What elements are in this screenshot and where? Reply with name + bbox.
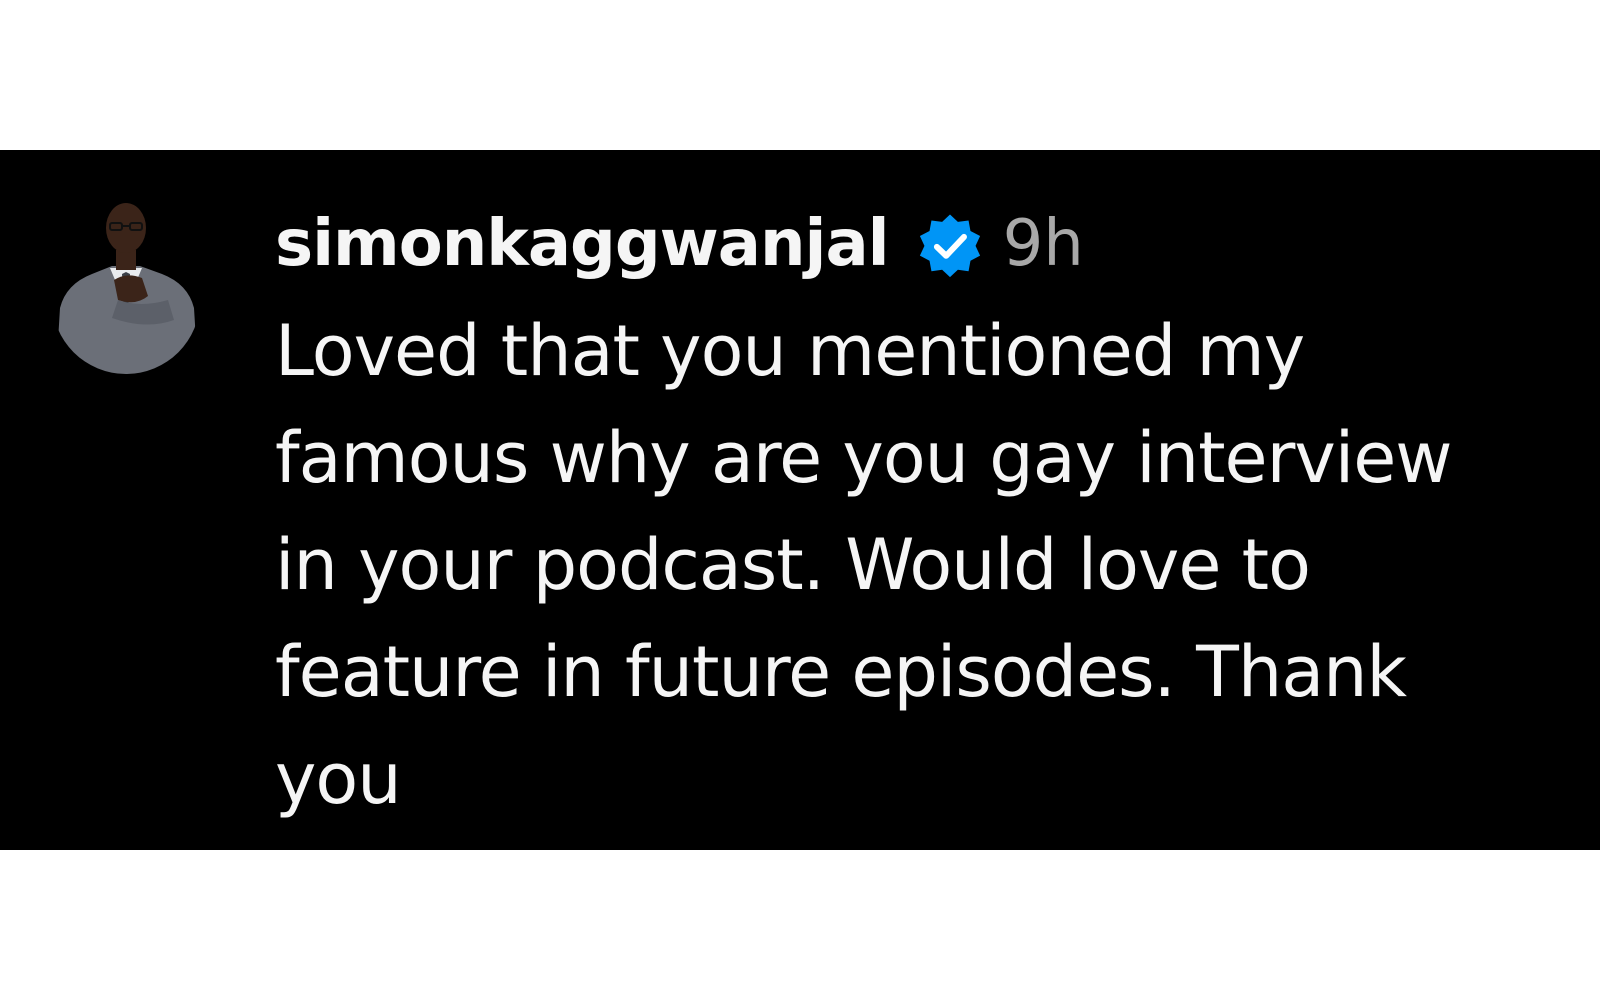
comment-text: Loved that you mentioned my famous why a…	[275, 298, 1565, 833]
comment-timestamp[interactable]: 9h	[1003, 207, 1084, 281]
avatar-portrait-icon	[52, 188, 200, 374]
comment-text-line: feature in future episodes. Thank	[275, 631, 1407, 713]
comment-text-line: in your podcast. Would love to	[275, 524, 1311, 606]
comment-text-line: famous why are you gay interview	[275, 417, 1453, 499]
comment-content: simonkaggwanjal 9h Loved that you mentio…	[275, 196, 1565, 833]
avatar[interactable]	[52, 188, 200, 374]
comment-text-line: Loved that you mentioned my	[275, 310, 1305, 392]
comment-header: simonkaggwanjal 9h	[275, 196, 1565, 292]
username-link[interactable]: simonkaggwanjal	[275, 207, 890, 281]
comment-text-line: you	[275, 738, 402, 820]
screenshot-canvas: simonkaggwanjal 9h Loved that you mentio…	[0, 0, 1600, 1000]
verified-badge-icon	[915, 211, 985, 281]
